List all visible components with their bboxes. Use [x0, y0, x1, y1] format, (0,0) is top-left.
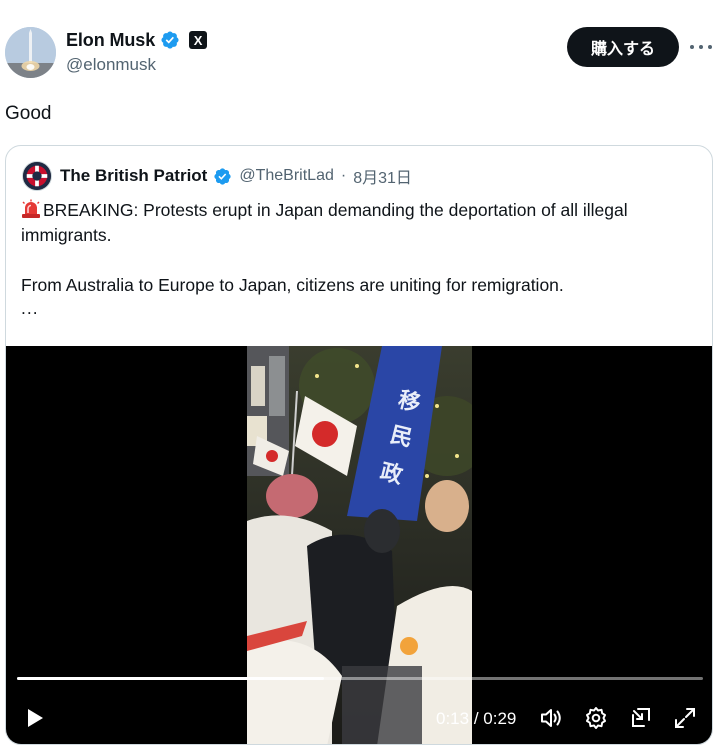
quoted-ellipsis: ... [21, 298, 39, 318]
quoted-separator: · [340, 167, 347, 184]
quoted-handle[interactable]: @TheBritLad [239, 167, 334, 185]
quoted-body: BREAKING: Protests erupt in Japan demand… [21, 198, 701, 318]
subscribe-button[interactable]: 購入する [567, 27, 679, 67]
picture-in-picture-icon[interactable] [628, 705, 654, 731]
quoted-date[interactable]: 8月31日 [353, 164, 412, 188]
video-progress-fill [17, 677, 325, 680]
settings-icon[interactable] [583, 705, 609, 731]
fullscreen-icon[interactable] [672, 705, 698, 731]
video-player[interactable]: 移 民 政 0:13 / 0:29 [6, 346, 712, 744]
quoted-header: The British Patriot @TheBritLad · 8月31日 [22, 161, 412, 191]
x-badge-label: X [193, 32, 203, 48]
verified-badge-icon [161, 31, 179, 49]
quoted-paragraph-1: BREAKING: Protests erupt in Japan demand… [21, 198, 701, 248]
author-handle[interactable]: @elonmusk [66, 55, 156, 75]
verified-badge-icon [214, 167, 231, 185]
more-dot [690, 45, 694, 49]
video-progress-bar[interactable] [17, 677, 703, 680]
more-dot [708, 45, 712, 49]
video-frame: 移 民 政 [247, 346, 472, 744]
volume-icon[interactable] [538, 705, 564, 731]
rotating-light-emoji-icon [22, 199, 40, 218]
quoted-tweet-card[interactable]: The British Patriot @TheBritLad · 8月31日 … [5, 145, 713, 745]
more-horizontal-icon[interactable] [690, 37, 712, 57]
video-current-time: 0:13 [436, 709, 470, 728]
x-affiliate-badge-icon: X [189, 31, 208, 49]
video-time: 0:13 / 0:29 [436, 709, 516, 729]
quoted-author-name[interactable]: The British Patriot [60, 166, 207, 186]
video-duration: 0:29 [483, 709, 517, 728]
tweet-text: Good [5, 103, 52, 124]
more-dot [699, 45, 703, 49]
quoted-paragraph-1-text: BREAKING: Protests erupt in Japan demand… [21, 200, 633, 245]
quoted-paragraph-2: From Australia to Europe to Japan, citiz… [21, 275, 564, 295]
quoted-avatar[interactable] [22, 161, 52, 191]
video-time-separator: / [473, 709, 479, 728]
play-icon[interactable] [24, 707, 46, 729]
author-name-row: Elon Musk X [66, 29, 208, 51]
author-avatar[interactable] [5, 27, 56, 78]
author-name[interactable]: Elon Musk [66, 30, 155, 51]
